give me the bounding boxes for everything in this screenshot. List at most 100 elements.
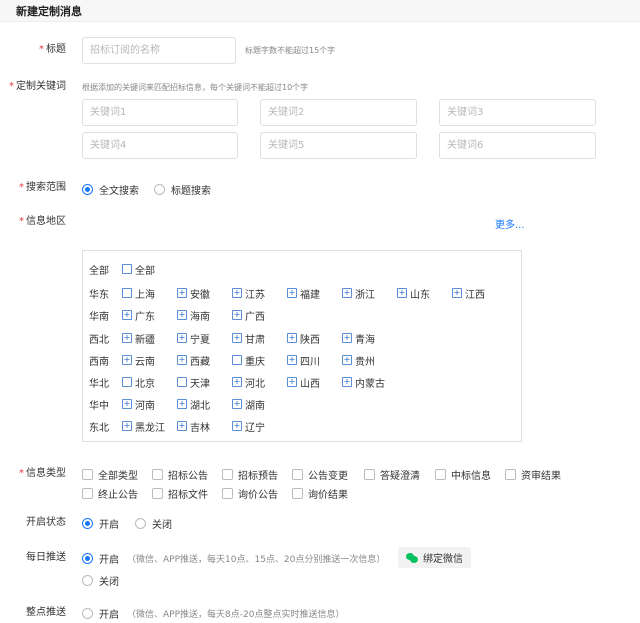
radio-daily-push-on[interactable]: 开启 （微信、APP推送，每天10点、15点、20点分别推送一次信息） [82, 551, 385, 566]
checkbox-icon [122, 264, 132, 274]
radio-status-on[interactable]: 开启 [82, 516, 119, 531]
region-item[interactable]: 山东 [397, 286, 430, 301]
region-item[interactable]: 天津 [177, 375, 210, 390]
info-type-checkbox[interactable]: 询价公告 [222, 486, 278, 501]
region-row-south: 华南 广东 海南 广西 [89, 308, 265, 323]
expand-plus-icon [287, 355, 297, 365]
info-type-checkbox[interactable]: 资审结果 [505, 467, 561, 482]
expand-plus-icon [232, 310, 242, 320]
info-type-checkbox[interactable]: 招标文件 [152, 486, 208, 501]
daily-push-label: 每日推送 [26, 552, 66, 563]
region-item[interactable]: 云南 [122, 353, 155, 368]
expand-plus-icon [122, 421, 132, 431]
region-item[interactable]: 湖北 [177, 397, 210, 412]
checkbox-icon [505, 468, 516, 480]
region-item[interactable]: 吉林 [177, 419, 210, 434]
region-item[interactable]: 重庆 [232, 353, 265, 368]
expand-plus-icon [232, 333, 242, 343]
checkbox-icon [122, 288, 132, 298]
keyword-input-2[interactable] [260, 99, 417, 126]
expand-plus-icon [177, 288, 187, 298]
keyword-input-1[interactable] [82, 99, 238, 126]
expand-plus-icon [122, 355, 132, 365]
region-item[interactable]: 河北 [232, 375, 265, 390]
region-item[interactable]: 湖南 [232, 397, 265, 412]
region-panel: 全部 全部 华东 上海 安徽 江苏 福建 浙江 山东 江西 华南 广东 海南 广… [82, 250, 522, 442]
region-item[interactable]: 河南 [122, 397, 155, 412]
region-item[interactable]: 贵州 [342, 353, 375, 368]
title-hint: 标题字数不能超过15个字 [245, 46, 336, 55]
title-input[interactable] [82, 37, 236, 64]
region-item[interactable]: 江西 [452, 286, 485, 301]
region-more-link[interactable]: 更多... [495, 216, 525, 231]
radio-unchecked-icon [82, 607, 93, 619]
region-item[interactable]: 北京 [122, 375, 155, 390]
region-item[interactable]: 浙江 [342, 286, 375, 301]
region-row-north: 华北 北京 天津 河北 山西 内蒙古 [89, 375, 385, 390]
region-item[interactable]: 青海 [342, 331, 375, 346]
region-item[interactable]: 福建 [287, 286, 320, 301]
expand-plus-icon [177, 421, 187, 431]
region-item[interactable]: 新疆 [122, 331, 155, 346]
checkbox-icon [232, 355, 242, 365]
radio-checked-icon [82, 552, 93, 564]
expand-plus-icon [232, 421, 242, 431]
info-type-checkbox[interactable]: 终止公告 [82, 486, 138, 501]
info-type-checkbox[interactable]: 招标公告 [152, 467, 208, 482]
region-item[interactable]: 江苏 [232, 286, 265, 301]
checkbox-icon [292, 487, 303, 499]
search-scope-label: * 搜索范围 [19, 182, 66, 193]
checkbox-icon [222, 468, 233, 480]
region-item[interactable]: 山西 [287, 375, 320, 390]
info-type-label: * 信息类型 [19, 468, 66, 479]
keyword-input-3[interactable] [439, 99, 596, 126]
keyword-input-6[interactable] [439, 132, 596, 159]
region-item[interactable]: 广西 [232, 308, 265, 323]
expand-plus-icon [287, 377, 297, 387]
radio-hourly-push-on[interactable]: 开启 （微信、APP推送，每天8点-20点整点实时推送信息） [82, 606, 344, 621]
checkbox-icon [292, 468, 303, 480]
checkbox-icon [152, 468, 163, 480]
region-item[interactable]: 陕西 [287, 331, 320, 346]
keyword-input-5[interactable] [260, 132, 417, 159]
expand-plus-icon [177, 333, 187, 343]
info-type-checkbox[interactable]: 公告变更 [292, 467, 348, 482]
region-label: * 信息地区 [19, 216, 66, 227]
expand-plus-icon [452, 288, 462, 298]
expand-plus-icon [177, 355, 187, 365]
region-item[interactable]: 全部 [122, 262, 155, 277]
region-item[interactable]: 甘肃 [232, 331, 265, 346]
title-label: * 标题 [39, 44, 66, 55]
expand-plus-icon [287, 288, 297, 298]
region-row-all: 全部 全部 [89, 262, 155, 277]
hourly-push-label: 整点推送 [26, 607, 66, 618]
info-type-checkbox[interactable]: 中标信息 [435, 467, 491, 482]
region-item[interactable]: 辽宁 [232, 419, 265, 434]
region-item[interactable]: 海南 [177, 308, 210, 323]
region-item[interactable]: 黑龙江 [122, 419, 165, 434]
region-item[interactable]: 四川 [287, 353, 320, 368]
region-item[interactable]: 西藏 [177, 353, 210, 368]
info-type-checkbox[interactable]: 询价结果 [292, 486, 348, 501]
radio-status-off[interactable]: 关闭 [135, 516, 172, 531]
info-type-checkbox[interactable]: 招标预告 [222, 467, 278, 482]
region-item[interactable]: 广东 [122, 308, 155, 323]
radio-fulltext-search[interactable]: 全文搜索 [82, 182, 139, 197]
radio-daily-push-off[interactable]: 关闭 [82, 573, 119, 588]
page-header: 新建定制消息 [0, 0, 640, 22]
radio-title-search[interactable]: 标题搜索 [154, 182, 211, 197]
radio-checked-icon [82, 517, 93, 529]
info-type-checkbox[interactable]: 答疑澄清 [364, 467, 420, 482]
checkbox-icon [364, 468, 375, 480]
region-item[interactable]: 上海 [122, 286, 155, 301]
region-item[interactable]: 内蒙古 [342, 375, 385, 390]
bind-wechat-button[interactable]: 绑定微信 [398, 547, 471, 568]
page-title: 新建定制消息 [16, 4, 82, 18]
region-item[interactable]: 安徽 [177, 286, 210, 301]
region-item[interactable]: 宁夏 [177, 331, 210, 346]
keyword-input-4[interactable] [82, 132, 238, 159]
region-row-southwest: 西南 云南 西藏 重庆 四川 贵州 [89, 353, 375, 368]
expand-plus-icon [342, 288, 352, 298]
expand-plus-icon [232, 288, 242, 298]
info-type-checkbox[interactable]: 全部类型 [82, 467, 138, 482]
